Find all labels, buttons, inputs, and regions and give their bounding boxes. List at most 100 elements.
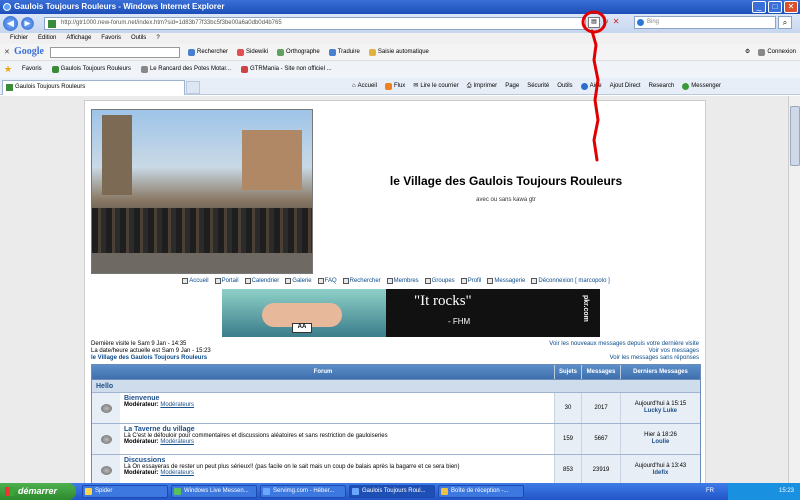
translate-button[interactable]: Traduire <box>328 47 360 58</box>
sign-in-button[interactable]: Connexion <box>758 47 796 58</box>
favorite-gtrmania[interactable]: GTRMania - Site non officiel ... <box>240 61 332 78</box>
read-mail-label: Lire le courrier <box>420 83 459 89</box>
menu-edition[interactable]: Edition <box>38 33 56 44</box>
close-toolbar-icon[interactable]: ✕ <box>4 48 10 56</box>
help-button[interactable]: Aide <box>580 78 602 95</box>
members-icon <box>386 278 393 284</box>
nav-groupes[interactable]: Groupes <box>424 278 455 284</box>
moderators-link[interactable]: Modérateurs <box>160 402 194 408</box>
minimize-button[interactable]: _ <box>752 1 766 13</box>
messenger-button[interactable]: Messenger <box>682 78 721 95</box>
autofill-icon <box>368 49 376 56</box>
task-messenger[interactable]: Windows Live Messen... <box>171 485 257 498</box>
nav-faq[interactable]: FAQ <box>317 278 337 284</box>
task-spider[interactable]: Spider <box>82 485 168 498</box>
refresh-icon[interactable]: ↻ <box>602 17 609 26</box>
banner-quote: "It rocks" <box>414 293 472 309</box>
search-field[interactable]: Bing <box>634 16 776 29</box>
google-search-button[interactable]: Rechercher <box>188 47 228 58</box>
last-post: Hier à 18:26 Loulie <box>620 424 700 454</box>
print-button[interactable]: ⎙ Imprimer <box>467 78 497 95</box>
feeds-button[interactable]: Flux <box>384 78 405 95</box>
nav-rechercher[interactable]: Rechercher <box>342 278 381 284</box>
translate-icon <box>328 49 336 56</box>
nav-portail[interactable]: Portail <box>214 278 239 284</box>
unanswered-link[interactable]: Voir les messages sans réponses <box>549 355 699 362</box>
last-post-date: Aujourd'hui à 13:43 <box>634 463 687 469</box>
scrollbar-thumb[interactable] <box>790 106 800 166</box>
search-icon <box>188 49 195 56</box>
close-button[interactable]: ✕ <box>784 1 798 13</box>
menu-fichier[interactable]: Fichier <box>10 33 28 44</box>
add-direct-button[interactable]: Ajout Direct <box>610 78 641 95</box>
task-gaulois[interactable]: Gaulois Toujours Roul... <box>349 485 435 498</box>
last-post-user-link[interactable]: Lucky Luke <box>644 408 677 415</box>
nav-profil[interactable]: Profil <box>460 278 481 284</box>
home-icon <box>182 278 189 284</box>
nav-calendrier[interactable]: Calendrier <box>244 278 279 284</box>
nav-deconnexion[interactable]: Déconnexion [ marcopolo ] <box>531 278 610 284</box>
last-post-user-link[interactable]: Loulie <box>652 439 670 446</box>
menu-favoris[interactable]: Favoris <box>101 33 121 44</box>
nav-accueil[interactable]: Accueil <box>182 278 209 284</box>
address-actions: ↻ ✕ <box>602 17 619 26</box>
page-menu[interactable]: Page <box>505 78 519 95</box>
vertical-scrollbar[interactable] <box>788 96 800 483</box>
favorite-gtr[interactable]: Gaulois Toujours Rouleurs <box>51 61 131 78</box>
mail-icon <box>441 488 448 495</box>
search-go-button[interactable]: ⌕ <box>778 16 792 29</box>
profile-icon <box>460 278 467 284</box>
back-button[interactable]: ◀ <box>3 16 18 31</box>
read-mail-button[interactable]: ✉ Lire le courrier <box>413 78 458 95</box>
forum-moderators: Modérateur: Modérateurs <box>124 470 550 476</box>
new-messages-link[interactable]: Voir les nouveaux messages depuis votre … <box>549 341 699 348</box>
home-button[interactable]: ⌂ Accueil <box>352 78 377 95</box>
rss-feed-icon[interactable]: ▤ <box>588 17 600 28</box>
autofill-button[interactable]: Saisie automatique <box>368 47 429 58</box>
favorites-star-icon[interactable]: ★ <box>4 61 12 78</box>
ad-banner[interactable]: AA "It rocks" - FHM pkr.com <box>222 289 600 337</box>
new-tab-button[interactable] <box>186 81 200 94</box>
task-servimg[interactable]: Servimg.com - Héber... <box>260 485 346 498</box>
category-title[interactable]: Hello <box>92 379 700 392</box>
spellcheck-button[interactable]: Orthographe <box>277 47 320 58</box>
nav-messagerie[interactable]: Messagerie <box>487 278 525 284</box>
menu-outils[interactable]: Outils <box>131 33 146 44</box>
forward-button[interactable]: ▶ <box>21 17 34 30</box>
menu-help[interactable]: ? <box>156 33 159 44</box>
favorite-rancard[interactable]: Le Rancard des Potes Motar... <box>140 61 231 78</box>
nav-membres[interactable]: Membres <box>386 278 419 284</box>
last-post-user-link[interactable]: Idefix <box>653 470 669 477</box>
maximize-button[interactable]: □ <box>768 1 782 13</box>
moderators-link[interactable]: Modérateurs <box>160 470 194 476</box>
favorites-button[interactable]: Favoris <box>22 61 42 78</box>
messenger-icon <box>174 488 181 495</box>
start-button[interactable]: démarrer <box>0 483 76 500</box>
sidewiki-button[interactable]: Sidewiki <box>237 47 268 58</box>
tab-gaulois[interactable]: Gaulois Toujours Rouleurs <box>2 80 185 95</box>
stop-icon[interactable]: ✕ <box>613 17 620 26</box>
forum-name-link[interactable]: Discussions <box>124 457 550 464</box>
forum-name-link[interactable]: La Taverne du village <box>124 426 550 433</box>
research-button[interactable]: Research <box>649 78 675 95</box>
language-indicator[interactable]: FR <box>706 483 714 500</box>
task-inbox[interactable]: Boîte de réception -... <box>438 485 524 498</box>
window-controls: _ □ ✕ <box>752 1 798 13</box>
sign-in-label: Connexion <box>767 49 796 55</box>
moderator-label: Modérateur: <box>124 439 159 445</box>
logout-icon <box>531 278 538 284</box>
your-messages-link[interactable]: Voir vos messages <box>549 348 699 355</box>
table-row: La Taverne du village Là C'est le défoul… <box>92 423 700 454</box>
task-messenger-label: Windows Live Messen... <box>184 488 249 494</box>
forum-index-link[interactable]: le Village des Gaulois Toujours Rouleurs <box>91 355 207 361</box>
moderators-link[interactable]: Modérateurs <box>160 439 194 445</box>
forum-name-link[interactable]: Bienvenue <box>124 395 550 402</box>
security-menu[interactable]: Sécurité <box>527 78 549 95</box>
wrench-icon[interactable]: ⚙ <box>745 47 750 58</box>
menu-affichage[interactable]: Affichage <box>66 33 91 44</box>
nav-galerie[interactable]: Galerie <box>285 278 312 284</box>
url-field[interactable]: http://gtr1000.new-forum.net/index.htm?s… <box>44 17 586 30</box>
tools-menu[interactable]: Outils <box>557 78 572 95</box>
google-search-input[interactable] <box>50 47 180 58</box>
ie-icon <box>352 488 359 495</box>
